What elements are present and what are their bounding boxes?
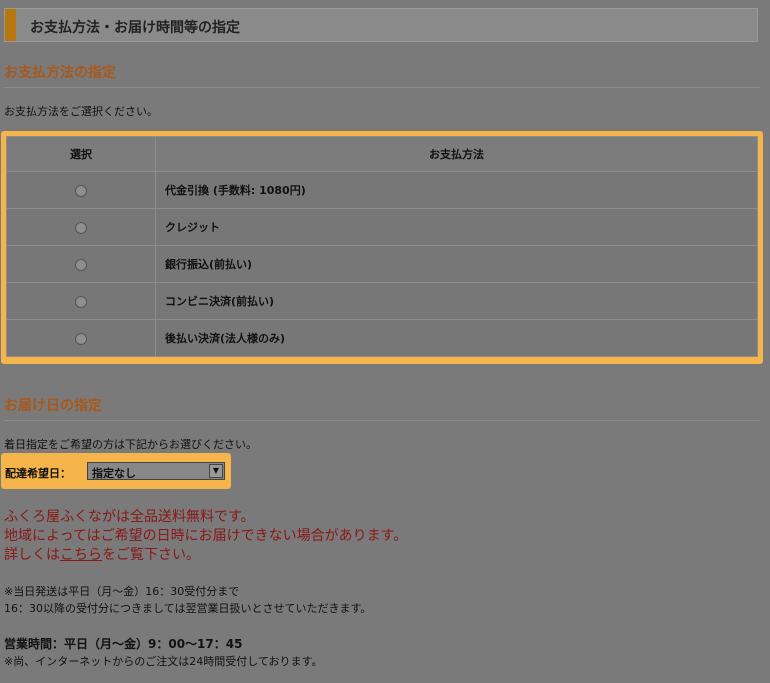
payment-section-title: お支払方法の指定 <box>4 65 116 81</box>
payment-method-label: コンビニ決済(前払い) <box>155 282 758 320</box>
notice-line-region: 地域によってはご希望の日時にお届けできない場合があります。 <box>4 528 408 544</box>
payment-method-label: 銀行振込(前払い) <box>155 245 758 283</box>
page-title: お支払方法・お届け時間等の指定 <box>30 20 240 36</box>
payment-method-label: 代金引換 (手数料: 1080円) <box>155 171 758 209</box>
payment-method-table: 選択 お支払方法 代金引換 (手数料: 1080円) クレジット 銀行振込(前払… <box>6 136 758 357</box>
shipping-notice: ふくろ屋ふくながは全品送料無料です。 地域によってはご希望の日時にお届けできない… <box>4 508 407 565</box>
delivery-date-select[interactable]: 指定なし ▼ <box>87 462 225 480</box>
delivery-date-highlight: 配達希望日： 指定なし ▼ <box>1 453 231 489</box>
business-hours: 営業時間：平日（月～金）9：00～17：45 <box>4 637 243 651</box>
notice-details-prefix: 詳しくは <box>4 547 60 563</box>
notice-line-details: 詳しくはこちらをご覧下さい。 <box>4 546 407 565</box>
radio-cell <box>6 208 156 246</box>
header-accent-bar <box>5 9 16 41</box>
note-line: 16：30以降の受付分につきましては翌営業日扱いとさせていただきます。 <box>4 602 372 615</box>
notice-line-free-shipping: ふくろ屋ふくながは全品送料無料です。 <box>4 509 255 525</box>
delivery-section-divider <box>4 420 760 421</box>
payment-radio-convenience[interactable] <box>75 295 87 308</box>
page-header: お支払方法・お届け時間等の指定 <box>4 8 758 42</box>
payment-radio-credit[interactable] <box>75 221 87 234</box>
radio-cell <box>6 319 156 357</box>
column-header-method: お支払方法 <box>155 136 758 172</box>
delivery-date-value: 指定なし <box>92 467 136 480</box>
payment-radio-bank[interactable] <box>75 258 87 271</box>
table-row[interactable]: 後払い決済(法人様のみ) <box>6 319 758 357</box>
delivery-section-title: お届け日の指定 <box>4 398 102 414</box>
radio-cell <box>6 245 156 283</box>
internet-order-note: ※尚、インターネットからのご注文は24時間受付しております。 <box>4 655 323 668</box>
table-row[interactable]: クレジット <box>6 208 758 246</box>
payment-instruction: お支払方法をご選択ください。 <box>4 105 158 118</box>
radio-cell <box>6 282 156 320</box>
note-line: ※当日発送は平日（月～金）16：30受付分まで <box>4 585 240 598</box>
table-row[interactable]: 銀行振込(前払い) <box>6 245 758 283</box>
radio-cell <box>6 171 156 209</box>
payment-radio-cod[interactable] <box>75 184 87 197</box>
notice-details-suffix: をご覧下さい。 <box>102 547 200 563</box>
table-row[interactable]: 代金引換 (手数料: 1080円) <box>6 171 758 209</box>
payment-method-label: 後払い決済(法人様のみ) <box>155 319 758 357</box>
payment-table-highlight: 選択 お支払方法 代金引換 (手数料: 1080円) クレジット 銀行振込(前払… <box>1 131 763 364</box>
business-hours-note: 営業時間：平日（月～金）9：00～17：45 ※尚、インターネットからのご注文は… <box>4 636 322 670</box>
payment-method-label: クレジット <box>155 208 758 246</box>
delivery-date-label: 配達希望日： <box>5 467 71 480</box>
table-row[interactable]: コンビニ決済(前払い) <box>6 282 758 320</box>
delivery-instruction: 着日指定をご希望の方は下記からお選びください。 <box>4 438 257 451</box>
dropdown-arrow-icon[interactable]: ▼ <box>209 464 223 478</box>
column-header-select: 選択 <box>6 136 156 172</box>
payment-section-divider <box>4 87 760 88</box>
payment-radio-deferred[interactable] <box>75 332 87 345</box>
details-link[interactable]: こちら <box>60 547 102 563</box>
same-day-shipping-note: ※当日発送は平日（月～金）16：30受付分まで 16：30以降の受付分につきまし… <box>4 583 371 617</box>
table-header-row: 選択 お支払方法 <box>6 136 758 172</box>
